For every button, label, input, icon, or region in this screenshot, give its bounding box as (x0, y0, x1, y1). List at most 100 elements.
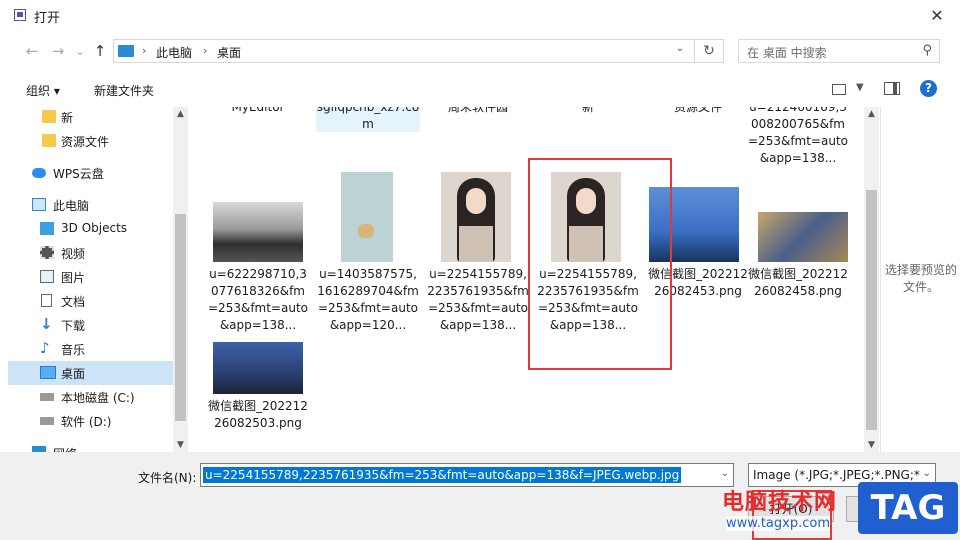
organize-menu-button[interactable]: 组织 ▾ (26, 82, 60, 99)
file-name: 周末软件园 (447, 107, 508, 114)
sidebar-item-new[interactable]: 新 (8, 107, 173, 129)
file-name: 微信截图_20221226082503.png (208, 399, 308, 430)
dialog-icon (14, 9, 26, 21)
file-name: 资源文件 (673, 107, 722, 114)
sidebar-item-videos[interactable]: 视频 (8, 241, 173, 265)
drive-icon (40, 393, 54, 401)
scroll-up-icon[interactable]: ▲ (864, 109, 879, 119)
sidebar-item-downloads[interactable]: ↓ 下载 (8, 313, 173, 337)
pug-figure (358, 224, 374, 238)
sidebar-item-label: 下载 (61, 319, 86, 333)
sidebar-item-label: WPS云盘 (53, 167, 104, 181)
address-bar[interactable]: › 此电脑 › 桌面 ⌄ (113, 39, 724, 63)
file-name: MyEditor (231, 107, 285, 114)
sidebar-item-network[interactable]: 网络 (8, 441, 173, 452)
filename-value: u=2254155789,2235761935&fm=253&fmt=auto&… (203, 467, 682, 483)
chevron-down-icon[interactable]: ⌄ (923, 468, 931, 479)
portrait-photo-thumbnail (441, 172, 511, 262)
sidebar-item-label: 资源文件 (61, 135, 110, 149)
file-name: u=1403587575,1616289704&fm=253&fmt=auto&… (317, 267, 419, 332)
filename-label: 文件名(N): (138, 471, 197, 485)
forward-button[interactable]: → (48, 41, 68, 61)
chevron-down-icon[interactable]: ▼ (856, 82, 864, 93)
navigation-pane[interactable]: 新 资源文件 WPS云盘 此电脑 3D Objects 视频 图片 文档 ↓ 下… (8, 107, 173, 452)
folder-icon (42, 110, 56, 123)
sidebar-item-label: 软件 (D:) (61, 415, 112, 429)
file-name: 微信截图_20221226082458.png (748, 267, 848, 298)
file-item[interactable]: sgliqpchb_xz7.com (316, 107, 420, 132)
breadcrumb-this-pc[interactable]: 此电脑 (156, 44, 192, 61)
sidebar-item-documents[interactable]: 文档 (8, 289, 173, 313)
computer-icon (118, 45, 134, 57)
sidebar-item-label: 图片 (61, 271, 86, 285)
sidebar-item-label: 新 (61, 111, 74, 125)
sidebar-item-wps-cloud[interactable]: WPS云盘 (8, 161, 173, 185)
file-name: u=2254155789,2235761935&fm=253&fmt=auto&… (427, 267, 529, 332)
skyline-photo-thumbnail (213, 342, 303, 394)
sidebar-item-label: 文档 (61, 295, 86, 309)
back-button[interactable]: ← (22, 41, 42, 61)
sidebar-item-music[interactable]: ♪ 音乐 (8, 337, 173, 361)
chevron-down-icon[interactable]: ⌄ (721, 468, 729, 479)
recent-dropdown-button[interactable]: ⌄ (70, 41, 90, 61)
sidebar-item-label: 网络 (53, 445, 77, 452)
pug-wallpaper-thumbnail (341, 172, 393, 262)
scroll-up-icon[interactable]: ▲ (173, 109, 188, 119)
close-button[interactable]: ✕ (914, 0, 960, 31)
filename-input[interactable]: u=2254155789,2235761935&fm=253&fmt=auto&… (200, 463, 734, 487)
computer-icon (32, 198, 46, 211)
cube-icon (40, 222, 54, 235)
folder-icon (42, 134, 56, 147)
drive-icon (40, 417, 54, 425)
window-title: 打开 (34, 11, 61, 26)
sidebar-item-label: 视频 (61, 247, 86, 261)
new-folder-button[interactable]: 新建文件夹 (94, 82, 154, 99)
sidebar-item-resources[interactable]: 资源文件 (8, 129, 173, 153)
sidebar-item-desktop[interactable]: 桌面 (8, 361, 173, 385)
video-icon (40, 246, 54, 259)
help-icon[interactable]: ? (920, 80, 937, 97)
watermark-logo: TAG (858, 482, 958, 534)
file-name: 新 (581, 107, 594, 114)
document-icon (41, 294, 52, 307)
scroll-down-icon[interactable]: ▼ (864, 440, 879, 450)
breadcrumb-separator: › (142, 44, 147, 57)
file-name: sgliqpchb_xz7.com (316, 107, 420, 131)
file-type-value: Image (*.JPG;*.JPEG;*.PNG;*. (753, 468, 921, 482)
refresh-button[interactable]: ↻ (694, 39, 724, 63)
file-name: u=212460169,3008200765&fm=253&fmt=auto&a… (748, 107, 848, 165)
sidebar-scrollbar-thumb[interactable] (175, 214, 186, 421)
file-list[interactable]: MyEditor sgliqpchb_xz7.com 周末软件园 新 资源文件 … (188, 107, 864, 452)
sidebar-item-label: 桌面 (61, 367, 86, 381)
file-list-scrollbar-thumb[interactable] (866, 190, 877, 430)
preview-pane-icon[interactable] (884, 82, 900, 95)
preview-message: 选择要预览的文件。 (884, 263, 957, 294)
city-photo-thumbnail (758, 212, 848, 262)
sidebar-item-pictures[interactable]: 图片 (8, 265, 173, 289)
chevron-down-icon[interactable]: ⌄ (670, 43, 690, 54)
up-button[interactable]: ↑ (90, 41, 110, 61)
sidebar-item-3d-objects[interactable]: 3D Objects (8, 217, 173, 241)
music-icon: ♪ (40, 339, 50, 357)
file-name: u=622298710,3077618326&fm=253&fmt=auto&a… (208, 267, 308, 332)
search-icon: ⚲ (922, 43, 932, 58)
view-options-icon[interactable] (832, 84, 846, 95)
sidebar-item-drive-d[interactable]: 软件 (D:) (8, 409, 173, 433)
search-placeholder: 在 桌面 中搜索 (747, 46, 827, 60)
sidebar-item-drive-c[interactable]: 本地磁盘 (C:) (8, 385, 173, 409)
watermark-text: 电脑技术网 (722, 490, 838, 515)
watermark-url: www.tagxp.com (726, 516, 830, 531)
title-bar: 打开 ✕ (0, 0, 960, 31)
sidebar-item-label: 3D Objects (61, 221, 128, 235)
breadcrumb-desktop[interactable]: 桌面 (217, 44, 241, 61)
sidebar-item-label: 音乐 (61, 343, 86, 357)
sidebar-item-this-pc[interactable]: 此电脑 (8, 193, 173, 217)
download-icon: ↓ (40, 315, 53, 333)
rock-photo-thumbnail (213, 202, 303, 262)
picture-icon (40, 270, 54, 283)
scroll-down-icon[interactable]: ▼ (173, 440, 188, 450)
search-input[interactable]: 在 桌面 中搜索 ⚲ (738, 39, 940, 63)
desktop-icon (40, 366, 56, 379)
highlight-box (528, 158, 672, 370)
cloud-icon (32, 168, 46, 178)
